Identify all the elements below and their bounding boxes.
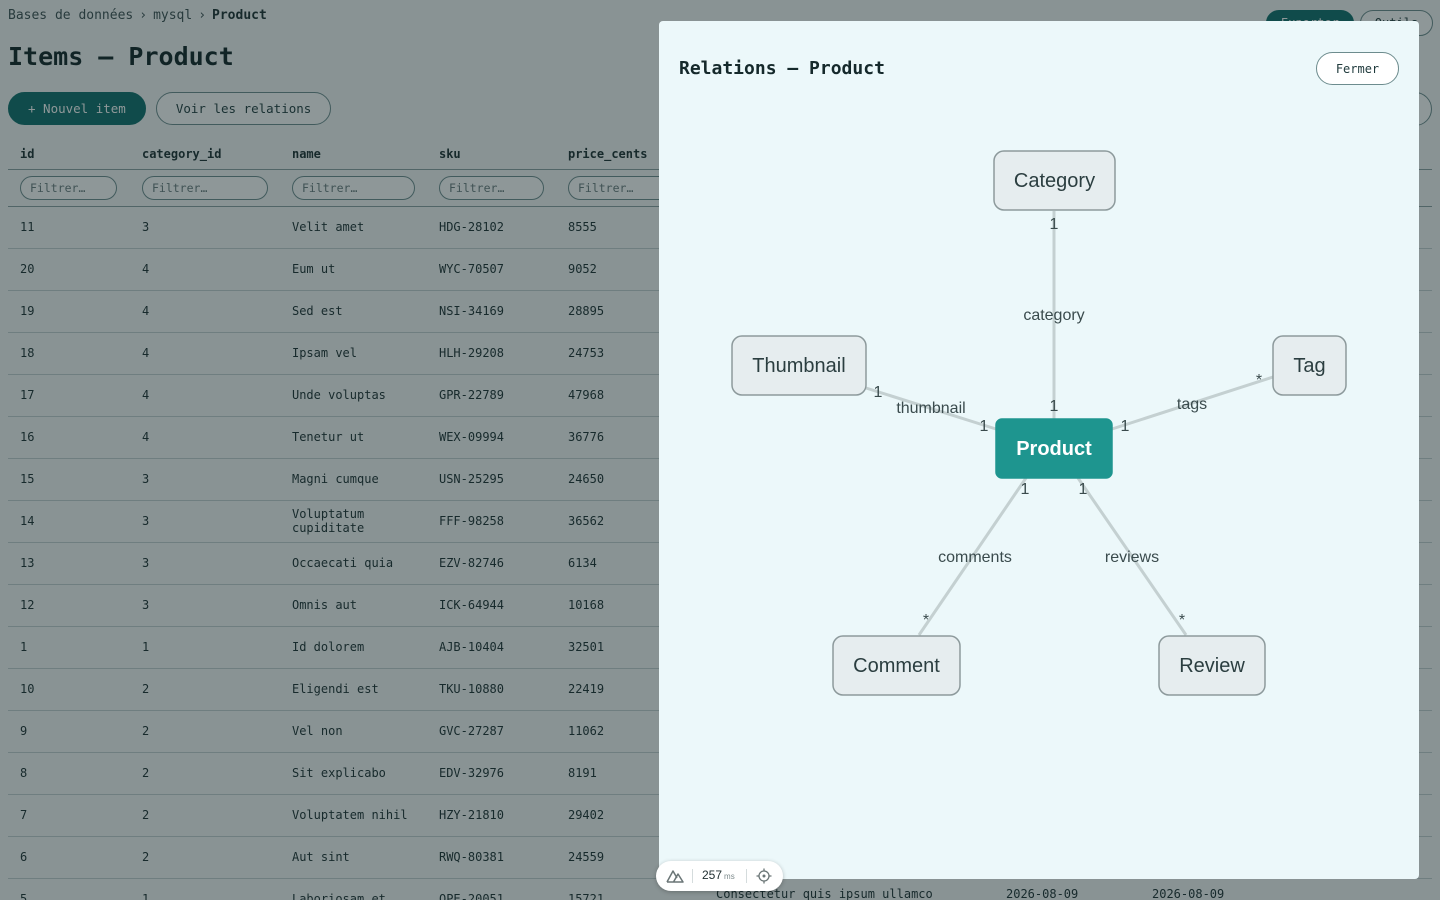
render-time: 257 ms	[702, 868, 735, 882]
node-thumbnail[interactable]: Thumbnail	[731, 335, 867, 396]
edge-comments: comments * 1	[917, 477, 1030, 636]
edge-thumbnail: thumbnail 1 1	[865, 384, 997, 435]
edge-cardinality: 1	[1050, 398, 1059, 415]
relations-diagram: category 1 1 thumbnail 1 1 tags * 1 comm…	[731, 150, 1347, 696]
edge-label: category	[1023, 307, 1084, 324]
edge-label: comments	[938, 549, 1012, 566]
edge-cardinality: *	[1256, 372, 1262, 389]
edge-cardinality: 1	[980, 418, 989, 435]
edge-cardinality: 1	[1079, 481, 1088, 498]
edge-cardinality: 1	[1021, 481, 1030, 498]
edge-reviews: reviews * 1	[1076, 477, 1188, 636]
node-tag[interactable]: Tag	[1272, 335, 1347, 396]
node-product[interactable]: Product	[995, 418, 1113, 479]
render-time-unit: ms	[724, 872, 735, 881]
nuxt-logo-icon	[666, 870, 684, 883]
node-label: Product	[1016, 438, 1092, 460]
edge-label: thumbnail	[896, 400, 965, 417]
edge-label: tags	[1177, 396, 1207, 413]
edge-tags: tags * 1	[1111, 372, 1274, 435]
node-label: Review	[1179, 655, 1245, 677]
edge-cardinality: *	[1179, 612, 1185, 629]
edge-cardinality: 1	[1121, 418, 1130, 435]
render-time-value: 257	[702, 868, 723, 882]
node-label: Comment	[853, 655, 940, 677]
edge-cardinality: 1	[874, 384, 883, 401]
node-comment[interactable]: Comment	[832, 635, 961, 696]
node-label: Thumbnail	[752, 355, 845, 377]
inspect-target-icon[interactable]	[756, 868, 772, 884]
edge-cardinality: 1	[1050, 216, 1059, 233]
edge-category: category 1 1	[1023, 211, 1085, 419]
node-label: Tag	[1293, 355, 1325, 377]
edge-label: reviews	[1105, 549, 1159, 566]
devtools-chip[interactable]: 257 ms	[656, 861, 783, 891]
node-label: Category	[1014, 170, 1095, 192]
relations-modal: Relations — Product Fermer category 1 1 …	[659, 21, 1419, 879]
edge-cardinality: *	[923, 612, 929, 629]
node-review[interactable]: Review	[1158, 635, 1266, 696]
node-category[interactable]: Category	[993, 150, 1116, 211]
